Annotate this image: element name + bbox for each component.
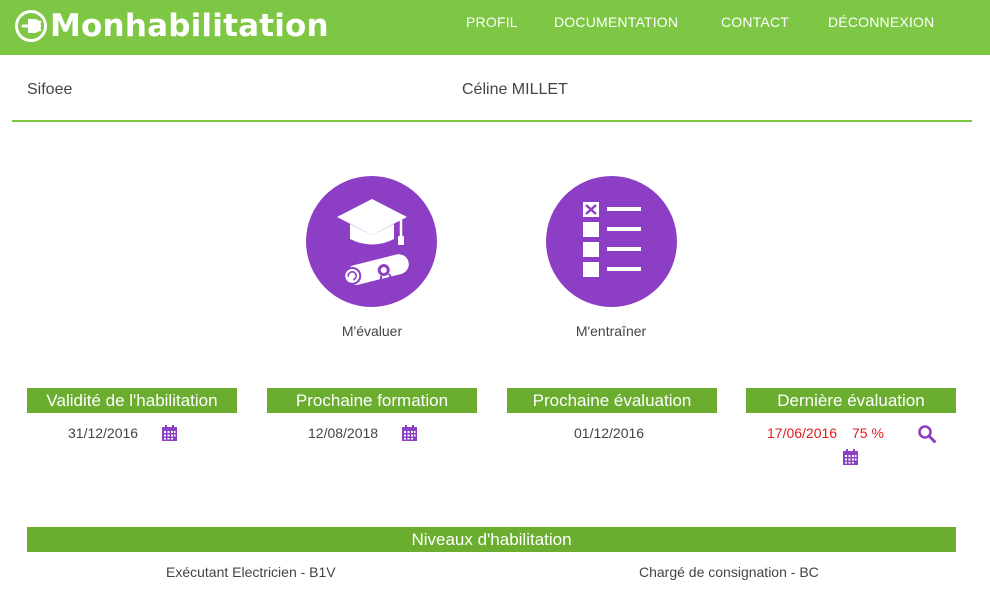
level-item: Chargé de consignation - BC bbox=[639, 564, 819, 580]
last-evaluation-header: Dernière évaluation bbox=[746, 388, 956, 413]
plug-logo-icon bbox=[15, 10, 47, 42]
train-label[interactable]: M'entraîner bbox=[531, 323, 691, 339]
evaluate-label[interactable]: M'évaluer bbox=[292, 323, 452, 339]
level-item: Exécutant Electricien - B1V bbox=[166, 564, 336, 580]
last-evaluation-date: 17/06/2016 bbox=[767, 425, 838, 441]
levels-header: Niveaux d'habilitation bbox=[27, 527, 956, 552]
nav-contact[interactable]: CONTACT bbox=[721, 14, 789, 30]
graduation-diploma-icon bbox=[337, 199, 409, 286]
evaluate-button[interactable] bbox=[306, 176, 437, 307]
nav-profil[interactable]: PROFIL bbox=[466, 14, 518, 30]
calendar-icon[interactable] bbox=[401, 425, 418, 442]
validity-header: Validité de l'habilitation bbox=[27, 388, 237, 413]
calendar-icon[interactable] bbox=[842, 449, 859, 466]
train-button[interactable] bbox=[546, 176, 677, 307]
brand[interactable]: Monhabilitation bbox=[14, 6, 329, 46]
brand-name: Monhabilitation bbox=[50, 8, 329, 44]
organization-name: Sifoee bbox=[27, 81, 73, 98]
calendar-icon[interactable] bbox=[161, 425, 178, 442]
user-name: Céline MILLET bbox=[462, 81, 568, 98]
nav-documentation[interactable]: DOCUMENTATION bbox=[554, 14, 678, 30]
nav-deconnexion[interactable]: DÉCONNEXION bbox=[828, 14, 934, 30]
top-navbar: Monhabilitation PROFIL DOCUMENTATION CON… bbox=[0, 0, 990, 55]
next-evaluation-header: Prochaine évaluation bbox=[507, 388, 717, 413]
search-icon[interactable] bbox=[917, 424, 937, 444]
checklist-icon bbox=[583, 202, 641, 277]
header-separator bbox=[12, 120, 972, 122]
next-training-date: 12/08/2018 bbox=[308, 425, 379, 441]
next-training-header: Prochaine formation bbox=[267, 388, 477, 413]
last-evaluation-score: 75 % bbox=[852, 425, 884, 441]
next-evaluation-date: 01/12/2016 bbox=[574, 425, 645, 441]
validity-date: 31/12/2016 bbox=[68, 425, 139, 441]
